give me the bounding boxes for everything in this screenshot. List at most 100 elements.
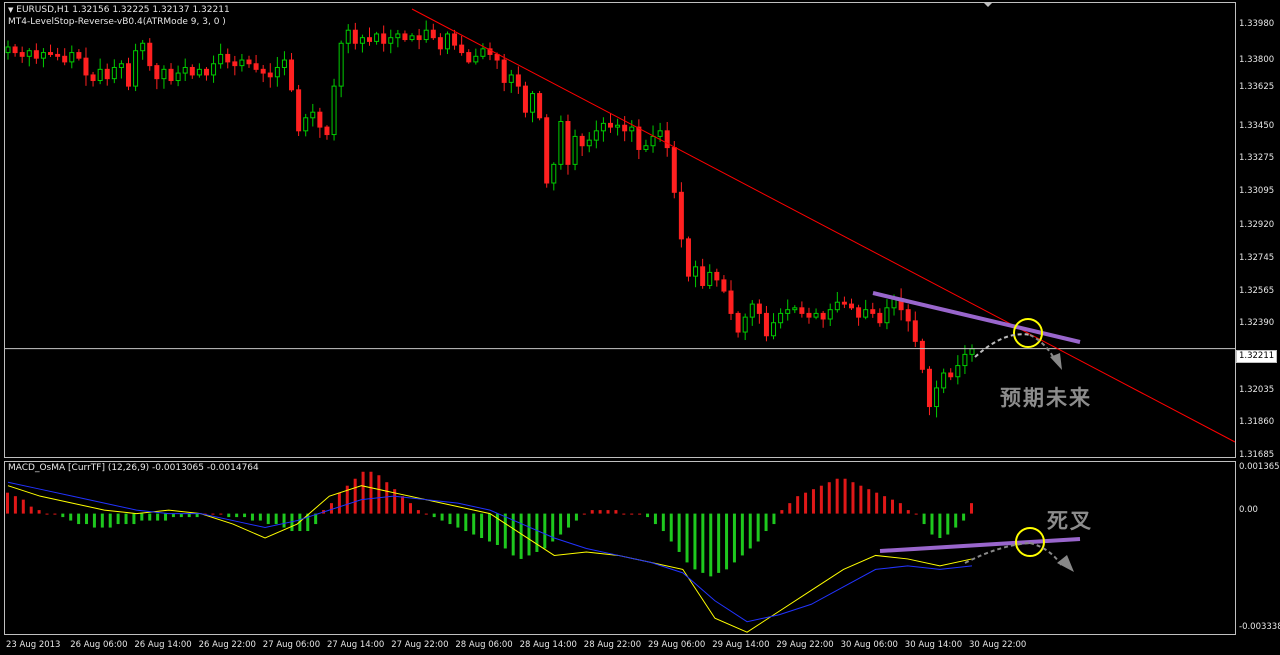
osma-bar (416, 510, 420, 514)
osma-bar (179, 513, 183, 518)
candle-body (537, 93, 543, 119)
candle-body (126, 63, 131, 87)
time-tick: 27 Aug 06:00 (262, 640, 321, 650)
macd-line (7, 485, 973, 633)
candle-body (97, 68, 103, 82)
candle-body (530, 93, 536, 113)
candle-body (685, 238, 691, 277)
candle-body (154, 65, 160, 80)
osma-bar (804, 492, 808, 514)
candle-body (239, 59, 245, 67)
osma-bar (614, 510, 618, 514)
osma-bar (725, 513, 729, 570)
osma-bar (456, 513, 460, 528)
osma-bar (503, 513, 507, 549)
candle-body (558, 121, 564, 165)
osma-bar (606, 510, 610, 514)
candle-body (962, 353, 968, 367)
time-tick: 27 Aug 22:00 (391, 640, 449, 650)
osma-bar (148, 513, 152, 521)
candle-body (5, 46, 11, 54)
osma-bar (867, 489, 871, 514)
candle-body (473, 55, 479, 63)
osma-bar (21, 499, 25, 514)
candle-body (211, 63, 217, 76)
osma-bar (819, 485, 823, 514)
candle-body (260, 68, 266, 74)
osma-bar (914, 513, 918, 515)
candle-body (799, 307, 805, 314)
candle-body (756, 303, 762, 314)
osma-bar (898, 503, 902, 514)
candle-body (721, 279, 727, 292)
resistance-trendline (411, 8, 1236, 443)
candle-body (813, 312, 819, 318)
macd-tick: 0.001365 (1239, 462, 1280, 472)
candle-body (331, 85, 337, 136)
osma-bar (164, 513, 168, 521)
current-price-badge: 1.32211 (1236, 350, 1278, 363)
candle-body (771, 322, 777, 337)
candle-body (175, 72, 181, 82)
price-tick: 1.32390 (1239, 318, 1275, 328)
candle-body (615, 124, 621, 128)
price-tick: 1.31860 (1239, 417, 1275, 427)
osma-bar (669, 513, 673, 542)
candle-body (926, 368, 932, 408)
osma-bar (258, 513, 262, 521)
candle-body (196, 68, 202, 76)
time-tick: 26 Aug 22:00 (198, 640, 256, 650)
price-tick: 1.33095 (1239, 186, 1275, 196)
candle-body (884, 307, 890, 324)
candle-body (76, 52, 82, 59)
osma-bar (45, 513, 49, 515)
candle-body (62, 55, 68, 63)
candle-body (494, 53, 500, 61)
candle-body (820, 312, 826, 320)
osma-bar (77, 513, 81, 525)
osma-bar (772, 513, 776, 525)
candle-body (827, 309, 833, 320)
candle-body (749, 303, 755, 318)
candle-body (693, 266, 699, 277)
price-tick: 1.32565 (1239, 286, 1275, 296)
candle-body (586, 139, 592, 147)
osma-bar (424, 513, 428, 515)
candle-body (841, 301, 847, 305)
osma-bar (622, 513, 626, 515)
candle-body (388, 37, 394, 44)
candle-body (700, 266, 706, 286)
candle-body (955, 365, 961, 378)
osma-bar (701, 513, 705, 573)
candle-body (849, 303, 854, 309)
osma-bar (922, 513, 926, 525)
price-tick: 1.33625 (1239, 82, 1275, 92)
candle-body (232, 61, 238, 67)
candle-body (310, 111, 316, 119)
chart-canvas (5, 2, 1236, 633)
osma-bar (329, 503, 333, 514)
time-tick: 29 Aug 06:00 (648, 640, 706, 650)
osma-bar (472, 513, 476, 535)
candle-body (303, 117, 309, 132)
osma-bar (282, 513, 286, 528)
candle-body (834, 301, 840, 311)
osma-bar (630, 513, 634, 515)
osma-bar (464, 513, 468, 532)
candle-body (678, 191, 684, 240)
price-tick: 1.32745 (1239, 253, 1275, 263)
candle-body (246, 59, 252, 65)
purple-trendline (872, 291, 1081, 344)
osma-bar (638, 513, 642, 515)
osma-bar (85, 513, 89, 525)
osma-bar (598, 510, 602, 514)
osma-bar (432, 513, 436, 518)
candle-body (83, 57, 89, 76)
future-annotation: 预期未来 (1000, 385, 1092, 410)
candle-body (189, 66, 195, 76)
osma-bar (756, 513, 760, 542)
candle-body (69, 52, 75, 63)
osma-bar (61, 513, 65, 518)
osma-bar (6, 492, 9, 514)
candle-body (409, 35, 415, 41)
